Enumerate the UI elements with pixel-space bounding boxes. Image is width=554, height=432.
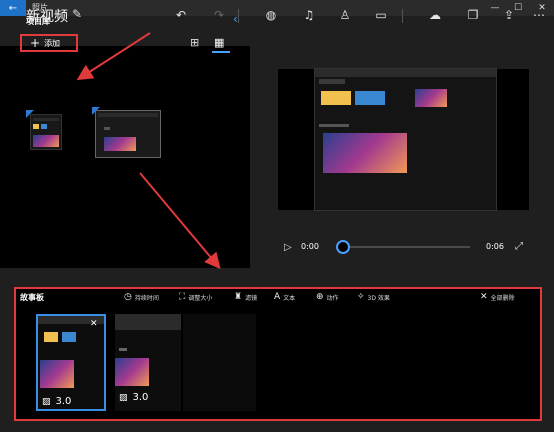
- photos-video-editor: ← 照片 — ☐ ✕ 新视频 ✎ ↶ ↷ ◍ ♫ ♙ ▭ ☁ ❐ ⇪ ⋯ 项目库…: [0, 0, 554, 432]
- text-label: 文本: [283, 294, 296, 302]
- music-icon[interactable]: ♫: [300, 7, 318, 23]
- text-button[interactable]: A 文本: [274, 292, 295, 302]
- edit-pencil-icon[interactable]: ✎: [72, 7, 82, 21]
- toolbar-divider: [238, 9, 239, 23]
- close-icon: ✕: [480, 292, 488, 302]
- share-icon[interactable]: ⇪: [500, 7, 518, 23]
- effects-3d-icon: ✧: [357, 292, 365, 302]
- redo-icon[interactable]: ↷: [210, 7, 228, 23]
- active-view-indicator: [212, 51, 230, 53]
- back-arrow-icon[interactable]: ←: [0, 0, 26, 16]
- library-title: 项目库: [26, 17, 50, 26]
- storyboard-clip[interactable]: ▨ 3.0: [115, 314, 181, 411]
- grid-view-icon[interactable]: ⊞: [190, 36, 199, 49]
- effects-3d-button[interactable]: ✧ 3D 效果: [357, 292, 390, 302]
- motion-label: 动作: [326, 294, 339, 302]
- library-thumbnail[interactable]: [95, 110, 161, 158]
- preview-frame: [314, 68, 497, 211]
- motion-button[interactable]: ⊕ 动作: [316, 292, 339, 302]
- tile-view-icon[interactable]: ▦: [214, 36, 224, 49]
- filters-label: 滤镜: [245, 294, 258, 302]
- seek-bar[interactable]: [342, 246, 470, 248]
- image-icon: ▨: [119, 392, 128, 403]
- image-icon: ▨: [42, 396, 51, 407]
- more-options-icon[interactable]: ⋯: [530, 7, 548, 23]
- library-thumbnail[interactable]: [30, 114, 62, 150]
- resize-label: 调整大小: [188, 294, 213, 302]
- remove-all-label: 全部删除: [490, 294, 515, 302]
- seek-knob[interactable]: [336, 240, 350, 254]
- motion-icon: ⊕: [316, 292, 324, 302]
- storyboard-title: 故事板: [20, 293, 44, 302]
- filters-button[interactable]: ♜ 滤镜: [234, 292, 257, 302]
- total-time: 0:06: [486, 242, 504, 251]
- delete-clip-icon[interactable]: ✕: [90, 319, 98, 329]
- duration-text: 3.0: [55, 396, 72, 407]
- toolbar-divider: [402, 9, 403, 23]
- resize-button[interactable]: ⛶ 调整大小: [179, 292, 212, 302]
- add-media-button[interactable]: + 添加: [20, 34, 78, 52]
- fullscreen-icon[interactable]: ⤢: [515, 241, 523, 252]
- undo-icon[interactable]: ↶: [172, 7, 190, 23]
- narration-icon[interactable]: ♙: [336, 7, 354, 23]
- resize-icon: ⛶: [179, 292, 186, 302]
- collapse-chevron-icon[interactable]: ‹: [233, 12, 238, 26]
- clip-duration: ▨ 3.0: [119, 392, 148, 403]
- duration-label: 持续时间: [134, 294, 159, 302]
- aspect-ratio-icon[interactable]: ▭: [372, 7, 390, 23]
- clip-duration: ▨ 3.0: [42, 396, 71, 407]
- plus-icon: +: [30, 36, 41, 50]
- clock-icon: ◷: [124, 292, 132, 302]
- current-time: 0:00: [301, 242, 319, 251]
- duration-text: 3.0: [132, 392, 149, 403]
- theme-palette-icon[interactable]: ◍: [262, 7, 280, 23]
- play-icon[interactable]: ▷: [284, 242, 292, 253]
- effects-3d-label: 3D 效果: [367, 294, 390, 302]
- duration-button[interactable]: ◷ 持续时间: [124, 292, 159, 302]
- filter-icon: ♜: [234, 292, 243, 302]
- cloud-upload-icon[interactable]: ☁: [426, 7, 444, 23]
- add-button-label: 添加: [44, 38, 61, 48]
- text-icon: A: [274, 292, 281, 302]
- remove-all-button[interactable]: ✕ 全部删除: [480, 292, 515, 302]
- duplicate-icon[interactable]: ❐: [464, 7, 482, 23]
- storyboard-clip[interactable]: ✕ ▨ 3.0: [36, 314, 106, 411]
- empty-clip-slot: [183, 314, 256, 411]
